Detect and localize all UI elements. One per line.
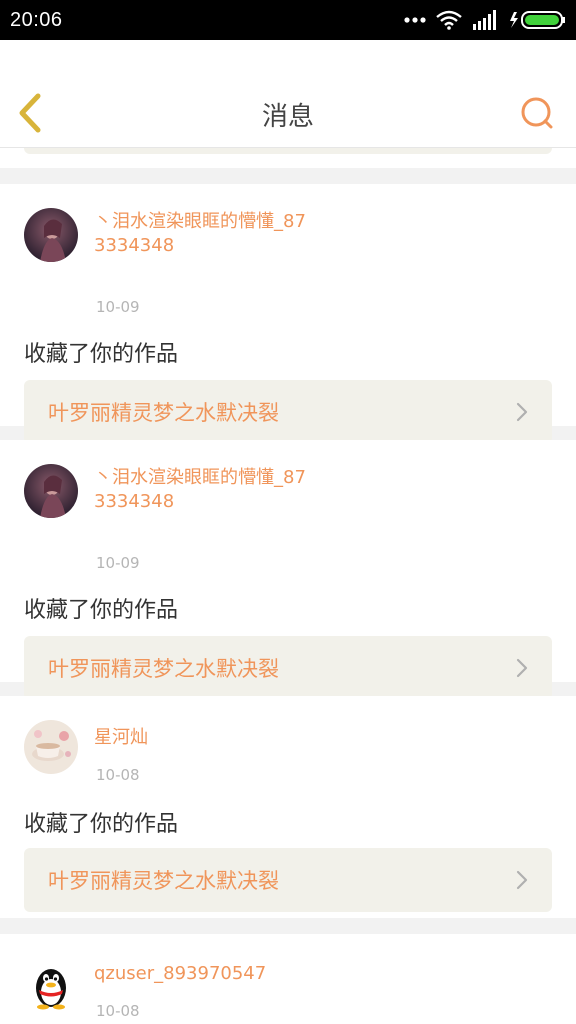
user-avatar-image bbox=[24, 208, 78, 262]
status-bar: 20:06 bbox=[0, 0, 576, 40]
previous-work-link-fragment bbox=[24, 148, 552, 154]
work-link[interactable]: 叶罗丽精灵梦之水默决裂 bbox=[24, 848, 552, 912]
message-card: qzuser_893970547 10-08 bbox=[0, 934, 576, 1024]
work-title: 叶罗丽精灵梦之水默决裂 bbox=[48, 401, 279, 425]
wifi-icon bbox=[436, 10, 462, 30]
message-date: 10-09 bbox=[96, 554, 140, 572]
message-date: 10-08 bbox=[96, 766, 140, 784]
search-icon bbox=[521, 97, 553, 129]
user-avatar-image bbox=[24, 464, 78, 518]
message-card: 星河灿 10-08 收藏了你的作品 叶罗丽精灵梦之水默决裂 bbox=[0, 696, 576, 918]
work-link[interactable]: 叶罗丽精灵梦之水默决裂 bbox=[24, 380, 552, 444]
work-link[interactable]: 叶罗丽精灵梦之水默决裂 bbox=[24, 636, 552, 700]
chevron-right-icon bbox=[516, 658, 528, 678]
message-card: 丶泪水渲染眼眶的懵懂_873334348 10-09 收藏了你的作品 叶罗丽精灵… bbox=[0, 184, 576, 444]
chevron-right-icon bbox=[516, 870, 528, 890]
chevron-right-icon bbox=[516, 402, 528, 422]
avatar[interactable] bbox=[24, 208, 78, 262]
qq-penguin-icon bbox=[24, 958, 78, 1012]
avatar[interactable] bbox=[24, 464, 78, 518]
action-text: 收藏了你的作品 bbox=[24, 598, 179, 623]
page-title: 消息 bbox=[261, 102, 314, 132]
work-title: 叶罗丽精灵梦之水默决裂 bbox=[48, 657, 279, 681]
top-nav-bar: 消息 bbox=[0, 40, 576, 148]
message-card: 丶泪水渲染眼眶的懵懂_873334348 10-09 收藏了你的作品 叶罗丽精灵… bbox=[0, 440, 576, 700]
signal-icon bbox=[473, 10, 496, 30]
search-button[interactable] bbox=[520, 96, 554, 130]
username[interactable]: 星河灿 bbox=[94, 726, 314, 750]
user-avatar-image bbox=[24, 720, 78, 774]
work-title: 叶罗丽精灵梦之水默决裂 bbox=[48, 869, 279, 893]
battery-icon bbox=[510, 11, 565, 29]
action-text: 收藏了你的作品 bbox=[24, 812, 179, 837]
action-text: 收藏了你的作品 bbox=[24, 342, 179, 367]
username[interactable]: 丶泪水渲染眼眶的懵懂_873334348 bbox=[94, 210, 314, 258]
avatar[interactable] bbox=[24, 958, 78, 1012]
status-icons bbox=[404, 10, 566, 30]
avatar[interactable] bbox=[24, 720, 78, 774]
more-dots-icon bbox=[404, 17, 426, 23]
username[interactable]: 丶泪水渲染眼眶的懵懂_873334348 bbox=[94, 466, 314, 514]
message-date: 10-08 bbox=[96, 1002, 140, 1020]
username[interactable]: qzuser_893970547 bbox=[94, 962, 394, 986]
status-time: 20:06 bbox=[10, 8, 63, 31]
previous-card-fragment bbox=[0, 148, 576, 168]
message-list[interactable]: 丶泪水渲染眼眶的懵懂_873334348 10-09 收藏了你的作品 叶罗丽精灵… bbox=[0, 148, 576, 1024]
message-date: 10-09 bbox=[96, 298, 140, 316]
